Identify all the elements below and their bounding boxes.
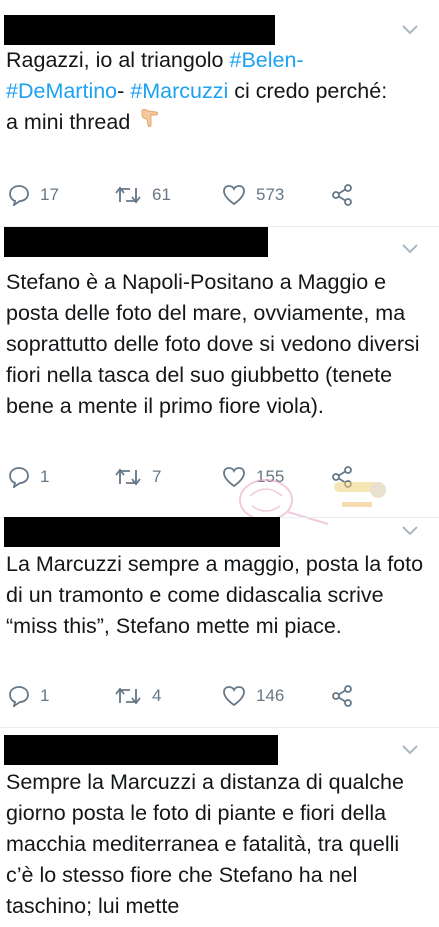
share-icon xyxy=(332,184,352,206)
tweet-text: Sempre la Marcuzzi a distanza di qualche… xyxy=(6,770,404,918)
share-button[interactable] xyxy=(330,182,354,208)
chevron-down-icon[interactable] xyxy=(401,24,419,36)
redacted-author xyxy=(4,15,275,45)
tweet-text: Ragazzi, io al triangolo #Belen- #DeMart… xyxy=(6,45,425,141)
text-span: a mini thread xyxy=(6,110,131,134)
redacted-author xyxy=(4,517,280,547)
reply-count: 17 xyxy=(40,185,59,204)
retweet-button[interactable]: 4 xyxy=(114,683,161,709)
like-count: 146 xyxy=(256,686,285,705)
text-span: - xyxy=(117,79,131,103)
tweet-text: La Marcuzzi sempre a maggio, posta la fo… xyxy=(6,552,424,638)
tweet-actions: 1 4 146 xyxy=(6,683,366,709)
like-icon xyxy=(223,686,245,707)
retweet-count: 61 xyxy=(152,185,171,204)
retweet-icon xyxy=(115,468,141,486)
retweet-icon xyxy=(115,186,141,204)
retweet-button[interactable]: 61 xyxy=(114,182,171,208)
retweet-count: 4 xyxy=(152,686,162,705)
redacted-author xyxy=(4,735,278,765)
retweet-button[interactable]: 7 xyxy=(114,464,161,490)
tweet-1: Ragazzi, io al triangolo #Belen- #DeMart… xyxy=(0,0,439,228)
hashtag-marcuzzi[interactable]: #Marcuzzi xyxy=(130,79,228,103)
redacted-author xyxy=(4,227,268,257)
tweet-4: Sempre la Marcuzzi a distanza di qualche… xyxy=(0,731,439,927)
tweet-3: La Marcuzzi sempre a maggio, posta la fo… xyxy=(0,517,439,729)
reply-button[interactable]: 1 xyxy=(8,464,49,490)
pointing-hand-emoji xyxy=(138,108,160,141)
retweet-icon xyxy=(115,687,141,705)
reply-button[interactable]: 17 xyxy=(8,182,59,208)
chevron-down-icon[interactable] xyxy=(401,525,419,537)
reply-icon xyxy=(9,686,29,707)
reply-count: 1 xyxy=(40,686,50,705)
like-button[interactable]: 573 xyxy=(222,182,284,208)
tweet-text: Stefano è a Napoli-Positano a Maggio e p… xyxy=(6,270,420,418)
reply-count: 1 xyxy=(40,467,50,486)
text-span: Ragazzi, io al triangolo xyxy=(6,48,230,72)
reply-icon xyxy=(9,467,29,488)
share-button[interactable] xyxy=(330,683,354,709)
hashtag-demartino[interactable]: #DeMartino xyxy=(6,79,117,103)
retweet-count: 7 xyxy=(152,467,162,486)
reply-button[interactable]: 1 xyxy=(8,683,49,709)
chevron-down-icon[interactable] xyxy=(401,243,419,255)
like-icon xyxy=(223,185,245,206)
hashtag-belen[interactable]: #Belen- xyxy=(229,48,303,72)
chevron-down-icon[interactable] xyxy=(401,744,419,756)
like-button[interactable]: 146 xyxy=(222,683,284,709)
like-count: 573 xyxy=(256,185,285,204)
text-span: ci credo perché: xyxy=(228,79,388,103)
share-icon xyxy=(332,685,352,707)
tweet-actions: 17 61 573 xyxy=(6,182,366,208)
reply-icon xyxy=(9,185,29,206)
divider xyxy=(0,727,439,728)
